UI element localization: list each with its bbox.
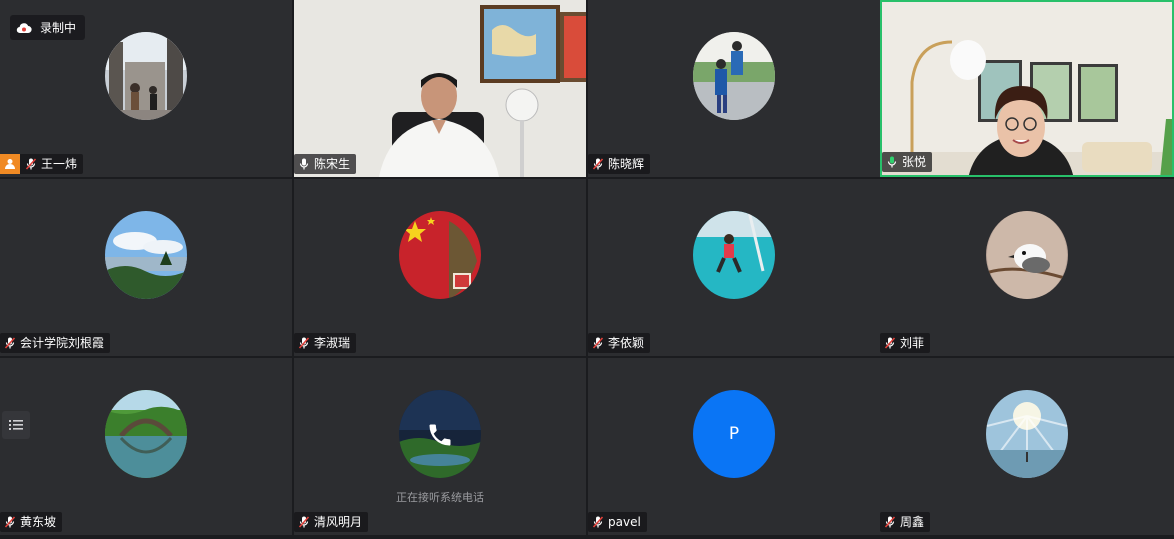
participant-name: 陈晓辉 bbox=[608, 157, 645, 171]
name-tag: 张悦 bbox=[882, 152, 933, 172]
participant-video bbox=[882, 2, 1172, 175]
participant-tile-5[interactable]: 会计学院刘根霞 bbox=[0, 179, 292, 356]
name-tag: pavel bbox=[588, 512, 647, 532]
name-tag: 周鑫 bbox=[880, 512, 931, 532]
participant-name: 周鑫 bbox=[900, 515, 925, 529]
video-grid: 王一炜 陈宋生 陈晓辉 张悦 会计学院刘根霞 李淑瑞 李依颖 刘菲 黄东坡 正在… bbox=[0, 0, 1174, 539]
participant-avatar bbox=[693, 32, 775, 120]
participant-avatar bbox=[986, 211, 1068, 299]
participant-tile-6[interactable]: 李淑瑞 bbox=[294, 179, 586, 356]
avatar-initial: P bbox=[728, 424, 740, 444]
mic-active-icon bbox=[885, 155, 899, 169]
phone-status: 正在接听系统电话 bbox=[396, 491, 484, 504]
name-tag: 陈晓辉 bbox=[588, 154, 651, 174]
list-menu-icon bbox=[9, 416, 23, 435]
participant-tile-11[interactable]: P pavel bbox=[588, 358, 880, 535]
participant-avatar bbox=[105, 211, 187, 299]
recording-indicator[interactable]: 录制中 bbox=[10, 15, 86, 40]
participant-name: 刘菲 bbox=[900, 336, 925, 350]
name-tag: 会计学院刘根霞 bbox=[0, 333, 111, 353]
list-menu-button[interactable] bbox=[2, 411, 30, 439]
name-tag: 王一炜 bbox=[0, 154, 84, 174]
participant-tile-8[interactable]: 刘菲 bbox=[880, 179, 1174, 356]
participant-avatar bbox=[105, 32, 187, 120]
participant-name: 李依颖 bbox=[608, 336, 645, 350]
mic-active-icon bbox=[297, 157, 311, 171]
host-person-icon bbox=[0, 154, 20, 174]
recording-label: 录制中 bbox=[40, 21, 77, 35]
mic-muted-icon bbox=[297, 336, 311, 350]
mic-muted-icon bbox=[883, 336, 897, 350]
participant-video bbox=[294, 0, 586, 177]
participant-tile-2[interactable]: 陈宋生 bbox=[294, 0, 586, 177]
participant-name: 清风明月 bbox=[314, 515, 363, 529]
participant-avatar bbox=[105, 390, 187, 478]
mic-muted-icon bbox=[3, 336, 17, 350]
participant-tile-10[interactable]: 正在接听系统电话 清风明月 bbox=[294, 358, 586, 535]
participant-name: 张悦 bbox=[902, 155, 927, 169]
mic-muted-icon bbox=[591, 515, 605, 529]
participant-name: 会计学院刘根霞 bbox=[20, 336, 105, 350]
participant-name: 李淑瑞 bbox=[314, 336, 351, 350]
participant-name: pavel bbox=[608, 515, 641, 529]
name-tag: 陈宋生 bbox=[294, 154, 357, 174]
name-tag: 黄东坡 bbox=[0, 512, 63, 532]
name-tag: 李依颖 bbox=[588, 333, 651, 353]
participant-tile-9[interactable]: 黄东坡 bbox=[0, 358, 292, 535]
participant-name: 黄东坡 bbox=[20, 515, 57, 529]
name-tag: 清风明月 bbox=[294, 512, 369, 532]
participant-tile-7[interactable]: 李依颖 bbox=[588, 179, 880, 356]
participant-name: 陈宋生 bbox=[314, 157, 351, 171]
name-tag: 李淑瑞 bbox=[294, 333, 357, 353]
participant-avatar bbox=[399, 211, 481, 299]
participant-tile-12[interactable]: 周鑫 bbox=[880, 358, 1174, 535]
mic-muted-icon bbox=[297, 515, 311, 529]
participant-tile-3[interactable]: 陈晓辉 bbox=[588, 0, 880, 177]
participant-avatar bbox=[693, 211, 775, 299]
participant-avatar bbox=[986, 390, 1068, 478]
mic-muted-icon bbox=[24, 157, 38, 171]
mic-muted-icon bbox=[883, 515, 897, 529]
phone-icon bbox=[426, 421, 454, 449]
name-tag: 刘菲 bbox=[880, 333, 931, 353]
participant-tile-4[interactable]: 张悦 bbox=[880, 0, 1174, 177]
mic-muted-icon bbox=[3, 515, 17, 529]
mic-muted-icon bbox=[591, 157, 605, 171]
mic-muted-icon bbox=[591, 336, 605, 350]
participant-name: 王一炜 bbox=[41, 157, 78, 171]
initial-avatar: P bbox=[693, 390, 775, 478]
cloud-record-icon bbox=[16, 22, 32, 34]
